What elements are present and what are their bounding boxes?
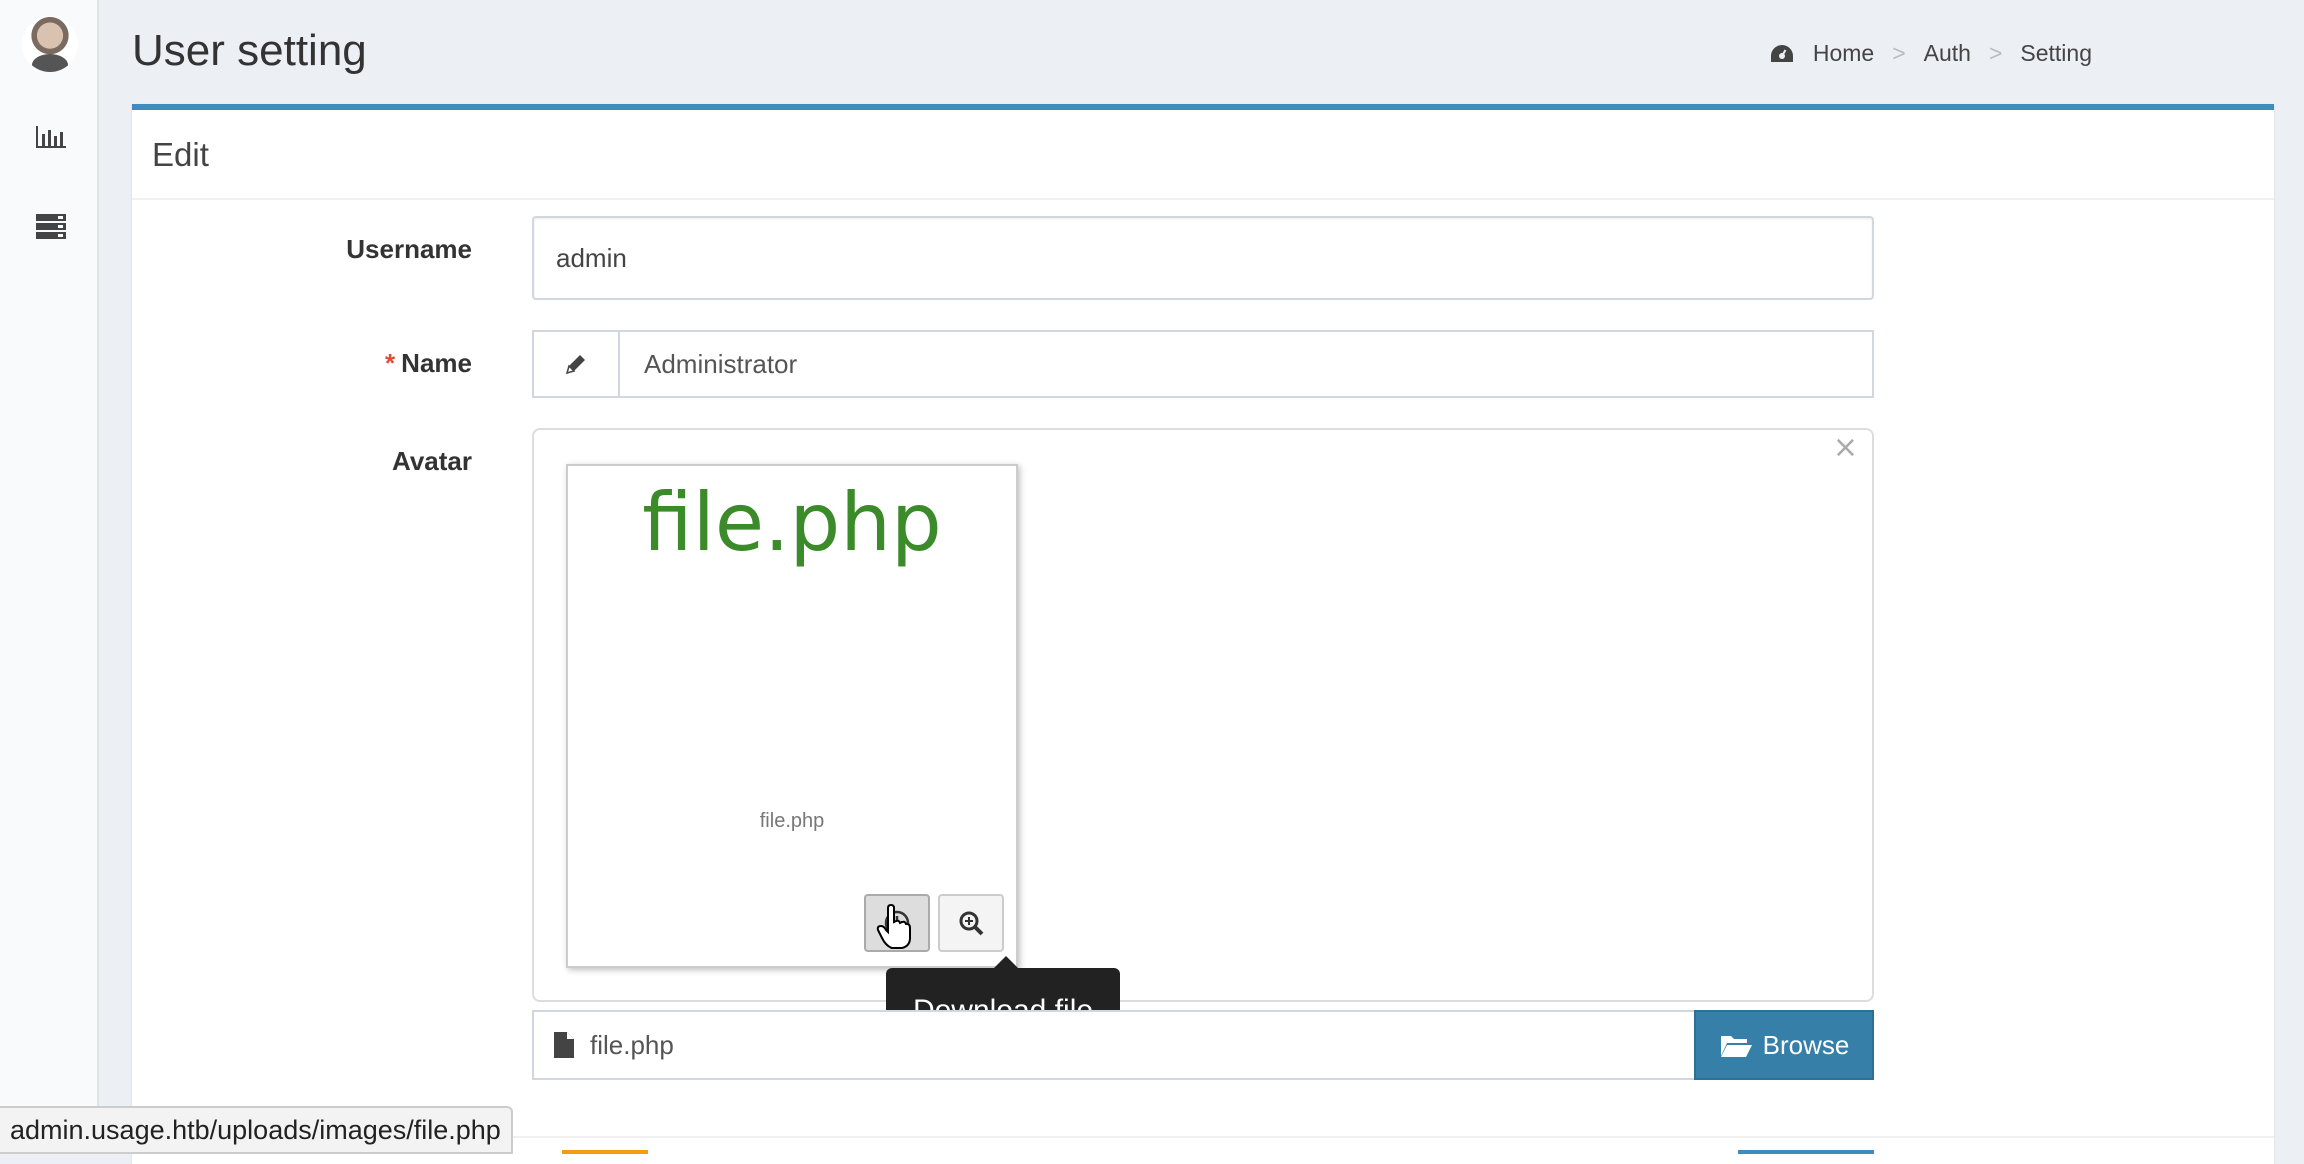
file-input[interactable]: file.php Browse [532,1010,1874,1080]
file-icon [554,1032,574,1058]
selected-file-name: file.php [590,1029,674,1060]
breadcrumb-separator: > [1988,40,2003,66]
name-field[interactable]: Administrator [620,332,797,396]
browse-button[interactable]: Browse [1694,1010,1874,1080]
sidebar [0,0,99,1154]
box-title: Edit [152,136,209,173]
name-label: * Name [152,348,472,379]
zoom-button[interactable] [938,894,1004,952]
reset-button-partial[interactable] [562,1150,648,1154]
name-label-text: Name [401,348,472,378]
pencil-icon [565,355,585,375]
browse-label: Browse [1762,1029,1850,1060]
breadcrumb-home[interactable]: Home [1813,40,1874,67]
submit-button-partial[interactable] [1738,1150,1874,1154]
file-preview-frame: file.php file.php [566,464,1018,968]
close-icon[interactable]: × [1833,430,1858,465]
required-mark: * [385,348,396,378]
username-label: Username [346,234,472,264]
breadcrumb-auth[interactable]: Auth [1924,40,1971,67]
hand-cursor-icon [876,904,911,949]
folder-open-icon [1720,1036,1752,1057]
bar-chart-icon[interactable] [34,122,68,152]
breadcrumb-setting: Setting [2020,40,2092,66]
breadcrumb: Home > Auth > Setting [1769,40,2092,67]
name-input-group: Administrator [532,330,1874,398]
avatar-label: Avatar [392,446,472,476]
link-status-bar: admin.usage.htb/uploads/images/file.php [0,1106,513,1154]
breadcrumb-separator: > [1892,40,1906,66]
page-title: User setting [132,26,367,75]
avatar-preview-area: × file.php file.php [532,428,1874,1002]
dashboard-icon [1770,44,1793,62]
server-icon[interactable] [34,212,68,242]
file-preview-title: file.php [642,476,942,569]
name-addon [534,332,620,396]
avatar[interactable] [22,16,78,72]
username-input[interactable]: admin [532,216,1874,300]
box-header-divider [132,198,2274,200]
zoom-in-icon [959,911,984,936]
file-preview-caption: file.php [759,810,825,832]
